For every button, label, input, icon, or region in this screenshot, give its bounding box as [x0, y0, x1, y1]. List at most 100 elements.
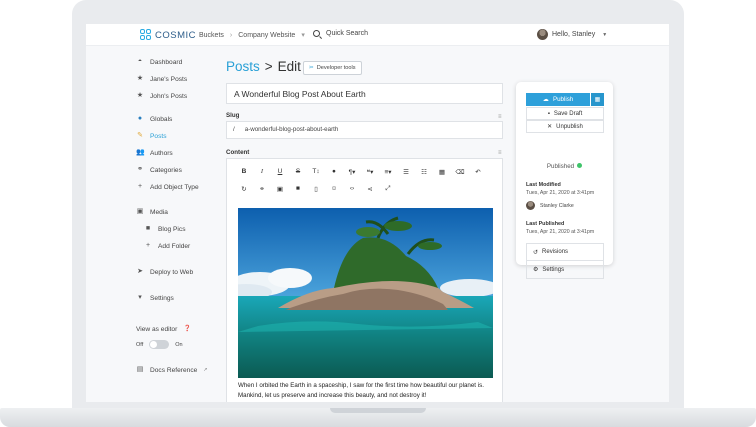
view-as-editor-toggle[interactable] — [149, 340, 170, 349]
docs-reference-label: Docs Reference — [150, 366, 198, 374]
sidebar-item-label: Jane's Posts — [150, 75, 188, 83]
sidebar-item-settings[interactable]: ▾ Settings — [136, 294, 174, 302]
share-icon[interactable]: ⋖ — [361, 185, 379, 193]
publish-button[interactable]: ☁ Publish — [526, 93, 590, 106]
post-image[interactable] — [238, 208, 493, 378]
chevron-right-icon: › — [229, 31, 233, 39]
slug-label: Slug — [226, 112, 240, 119]
sidebar-item-authors[interactable]: 👥 Authors — [136, 149, 173, 157]
developer-tools-label: Developer tools — [316, 65, 356, 71]
align-icon[interactable]: ≡▾ — [379, 168, 397, 176]
slug-prefix: / — [233, 126, 235, 133]
page-title-section[interactable]: Posts — [226, 59, 260, 74]
sidebar-item-add-folder[interactable]: + Add Folder — [144, 242, 190, 250]
revisions-label: Revisions — [542, 249, 569, 255]
italic-icon[interactable]: I — [253, 168, 271, 176]
code-icon[interactable]: ‹› — [343, 185, 361, 193]
redo-icon[interactable]: ↻ — [235, 185, 253, 193]
bullet-list-icon[interactable]: ☷ — [415, 168, 433, 176]
page-title-separator: > — [264, 59, 273, 74]
editor-toolbar-row-2: ↻ ⚭ ▣ ■ ▯ ☺ ‹› ⋖ ⤢ — [235, 185, 397, 193]
search-icon — [313, 30, 320, 37]
content-editor[interactable]: B I U S T↕ ● ¶▾ ❝▾ ≡▾ ☰ ☷ ▦ ⌫ ↶ ↻ ⚭ ▣ ■ … — [226, 158, 503, 402]
paragraph-icon[interactable]: ¶▾ — [343, 168, 361, 176]
post-title-input[interactable]: A Wonderful Blog Post About Earth — [226, 83, 503, 104]
cosmic-logo-icon — [140, 29, 152, 41]
sidebar-item-categories[interactable]: ⚭ Categories — [136, 166, 182, 174]
post-body-text[interactable]: When I orbited the Earth in a spaceship,… — [238, 381, 500, 400]
image-icon: ▣ — [136, 208, 144, 215]
modified-by: Stanley Clarke — [526, 201, 574, 210]
star-icon: ★ — [136, 92, 144, 99]
sidebar-item-label: Add Folder — [158, 242, 191, 250]
developer-tools-button[interactable]: ✂ Developer tools — [303, 61, 362, 75]
bold-icon[interactable]: B — [235, 168, 253, 176]
link-icon[interactable]: ⚭ — [253, 185, 271, 193]
unpublish-button[interactable]: ✕ Unpublish — [526, 120, 604, 133]
last-modified-label: Last Modified — [526, 182, 561, 188]
card-settings-label: Settings — [542, 266, 565, 273]
sidebar-item-label: Add Object Type — [150, 183, 199, 191]
sidebar-item-deploy[interactable]: ➤ Deploy to Web — [136, 268, 193, 276]
docs-reference-link[interactable]: ▤ Docs Reference ↗ — [136, 366, 208, 374]
users-icon: 👥 — [136, 149, 145, 156]
modified-by-name: Stanley Clarke — [540, 202, 574, 209]
sidebar-item-janes-posts[interactable]: ★ Jane's Posts — [136, 75, 187, 83]
page-title: Posts > Edit — [226, 59, 301, 74]
sidebar-item-media[interactable]: ▣ Media — [136, 208, 168, 216]
logo[interactable]: COSMIC — [140, 29, 196, 41]
globe-icon: ● — [137, 115, 143, 122]
sidebar-item-label: Posts — [150, 132, 167, 140]
quote-icon[interactable]: ❝▾ — [361, 168, 379, 176]
drag-handle-icon[interactable]: ≡ — [498, 150, 501, 156]
fullscreen-icon[interactable]: ⤢ — [379, 185, 397, 193]
image-icon[interactable]: ▣ — [271, 185, 289, 193]
video-icon[interactable]: ■ — [289, 185, 307, 193]
save-draft-button[interactable]: ▪ Save Draft — [526, 107, 604, 120]
close-icon: ✕ — [547, 124, 553, 130]
user-greeting: Hello, Stanley — [552, 31, 596, 38]
slug-field[interactable]: / a-wonderful-blog-post-about-earth — [226, 121, 503, 139]
text-size-icon[interactable]: T↕ — [307, 168, 325, 176]
sidebar-item-globals[interactable]: ● Globals — [136, 115, 172, 123]
plus-icon: + — [145, 242, 151, 249]
color-drop-icon[interactable]: ● — [325, 168, 343, 176]
content-label: Content — [226, 149, 250, 156]
quick-search[interactable]: Quick Search — [313, 30, 368, 37]
table-icon[interactable]: ▦ — [433, 168, 451, 176]
sidebar-item-posts[interactable]: ✎ Posts — [136, 132, 167, 140]
sidebar-item-add-object-type[interactable]: + Add Object Type — [136, 183, 199, 191]
breadcrumb-bucket-name[interactable]: Company Website — [238, 32, 295, 39]
card-settings-button[interactable]: ⚙ Settings — [527, 261, 603, 278]
strikethrough-icon[interactable]: S — [289, 168, 307, 176]
ordered-list-icon[interactable]: ☰ — [397, 168, 415, 176]
file-icon[interactable]: ▯ — [307, 185, 325, 193]
eraser-icon[interactable]: ⌫ — [451, 168, 469, 176]
sidebar-item-label: Blog Pics — [158, 225, 186, 233]
brand-name: COSMIC — [155, 29, 196, 41]
user-menu[interactable]: Hello, Stanley ▼ — [537, 29, 607, 40]
undo-icon[interactable]: ↶ — [469, 168, 487, 176]
sidebar-item-dashboard[interactable]: ◓ Dashboard — [136, 58, 182, 66]
dashboard-icon: ◓ — [137, 58, 143, 65]
page-title-action: Edit — [277, 59, 301, 74]
folder-icon: ■ — [145, 225, 151, 232]
external-link-icon: ↗ — [203, 367, 208, 373]
emoji-icon[interactable]: ☺ — [325, 185, 343, 193]
underline-icon[interactable]: U — [271, 168, 289, 176]
editor-toolbar-row-1: B I U S T↕ ● ¶▾ ❝▾ ≡▾ ☰ ☷ ▦ ⌫ ↶ — [235, 168, 487, 176]
sidebar-item-blog-pics[interactable]: ■ Blog Pics — [144, 225, 186, 233]
last-modified-value: Tues, Apr 21, 2020 at 3:41pm — [526, 190, 595, 196]
laptop-base-notch — [330, 408, 426, 413]
drag-handle-icon[interactable]: ≡ — [498, 114, 501, 120]
schedule-button[interactable]: ▦ — [591, 93, 604, 106]
chevron-down-icon[interactable]: ▾ — [301, 31, 305, 39]
sidebar-item-johns-posts[interactable]: ★ John's Posts — [136, 92, 187, 100]
view-as-editor-toggle-row: Off On — [136, 340, 183, 349]
revisions-button[interactable]: ↺ Revisions — [527, 244, 603, 261]
publish-panel: ☁ Publish ▦ ▪ Save Draft ✕ Unpublish Pub… — [516, 82, 613, 279]
view-as-editor-text: View as editor — [136, 325, 178, 333]
avatar — [537, 29, 548, 40]
breadcrumb-buckets[interactable]: Buckets — [199, 32, 224, 39]
help-icon[interactable]: ❓ — [183, 325, 191, 333]
